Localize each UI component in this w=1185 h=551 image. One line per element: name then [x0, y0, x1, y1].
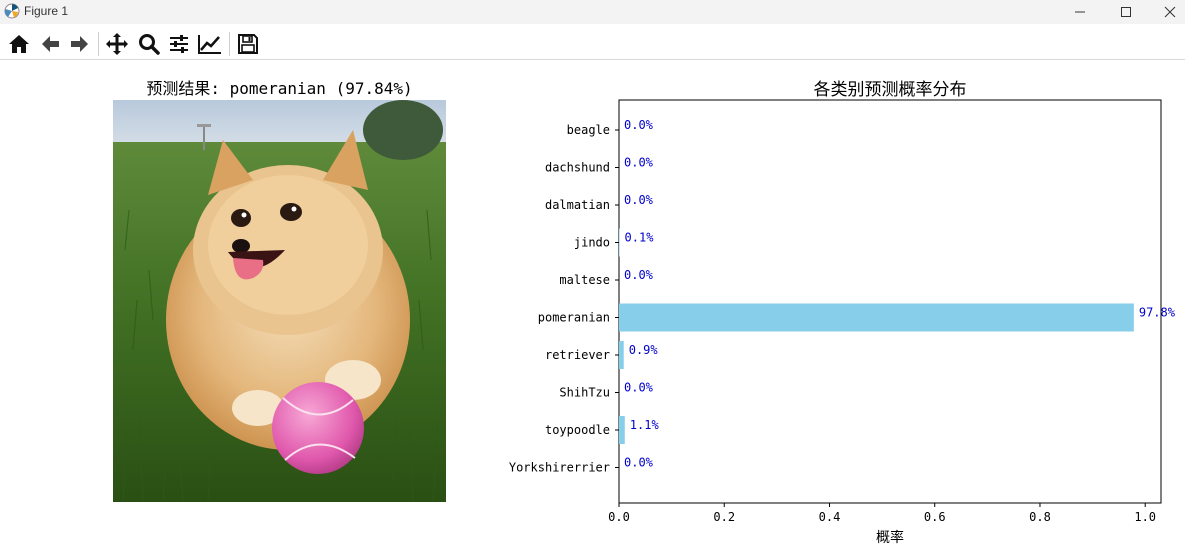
y-tick-label: dachshund: [545, 161, 610, 175]
x-tick-label: 0.8: [1029, 510, 1051, 524]
y-tick-label: Yorkshirerrier: [509, 461, 610, 475]
arrow-right-icon: [71, 36, 88, 52]
move-icon: [106, 33, 128, 55]
y-tick-label: dalmatian: [545, 198, 610, 212]
arrow-left-icon: [42, 36, 59, 52]
close-icon: [1164, 6, 1176, 18]
minimize-icon: [1075, 11, 1085, 13]
close-button[interactable]: [1147, 0, 1185, 24]
toolbar-separator: [229, 32, 230, 56]
x-tick-label: 0.6: [924, 510, 946, 524]
bar-retriever: [619, 341, 624, 369]
sliders-icon: [170, 35, 188, 53]
y-tick-label: jindo: [574, 236, 610, 250]
x-axis-label: 概率: [876, 529, 904, 546]
y-tick-label: ShihTzu: [559, 386, 610, 400]
y-tick-label: toypoodle: [545, 423, 610, 437]
bar-value-label: 0.1%: [625, 231, 655, 245]
home-button[interactable]: [6, 31, 32, 57]
forward-button[interactable]: [67, 31, 93, 57]
floppy-disk-icon: [238, 34, 258, 54]
figure-canvas[interactable]: 预测结果: pomeranian (97.84%) 各类别预测概率分布 0.0%…: [0, 61, 1185, 551]
navigation-toolbar: [0, 27, 1185, 60]
home-icon: [9, 35, 29, 53]
configure-subplots-button[interactable]: [166, 31, 192, 57]
bar-jindo: [619, 228, 620, 257]
save-button[interactable]: [235, 31, 261, 57]
y-tick-label: retriever: [545, 348, 610, 362]
x-tick-label: 1.0: [1134, 510, 1156, 524]
y-tick-label: pomeranian: [538, 311, 610, 325]
x-tick-label: 0.2: [713, 510, 735, 524]
bar-value-label: 97.8%: [1139, 306, 1176, 320]
zoom-button[interactable]: [136, 31, 162, 57]
bar-pomeranian: [619, 303, 1134, 332]
bar-value-label: 0.0%: [624, 156, 654, 170]
window-title: Figure 1: [24, 4, 69, 18]
magnifier-icon: [139, 34, 160, 55]
edit-axis-button[interactable]: [197, 31, 223, 57]
matplotlib-logo-icon: [4, 3, 20, 19]
x-tick-label: 0.4: [819, 510, 841, 524]
bar-value-label: 0.0%: [624, 268, 654, 282]
bar-toypoodle: [619, 416, 625, 444]
y-tick-label: maltese: [559, 273, 610, 287]
bar-value-label: 0.0%: [624, 193, 654, 207]
minimize-button[interactable]: [1057, 0, 1103, 24]
bar-value-label: 0.9%: [629, 343, 659, 357]
bar-value-label: 0.0%: [624, 381, 654, 395]
bar-value-label: 0.0%: [624, 456, 654, 470]
bar-value-label: 0.0%: [624, 118, 654, 132]
bar-value-label: 1.1%: [630, 418, 660, 432]
dog-photo: [113, 100, 446, 502]
maximize-button[interactable]: [1103, 0, 1149, 24]
pan-button[interactable]: [104, 31, 130, 57]
toolbar-separator: [98, 32, 99, 56]
line-chart-icon: [198, 35, 221, 54]
y-tick-label: beagle: [567, 123, 610, 137]
x-tick-label: 0.0: [608, 510, 630, 524]
plot-area: [618, 99, 1162, 504]
window-titlebar: Figure 1: [0, 0, 1185, 24]
prediction-title: 预测结果: pomeranian (97.84%): [146, 79, 413, 98]
probability-bar-chart: 0.0% 0.0% 0.0% 0.1% 0.0% 97.8% 0.9% 0.0% 1.1% 0.0…: [509, 99, 1176, 546]
back-button[interactable]: [37, 31, 63, 57]
maximize-icon: [1121, 7, 1131, 17]
